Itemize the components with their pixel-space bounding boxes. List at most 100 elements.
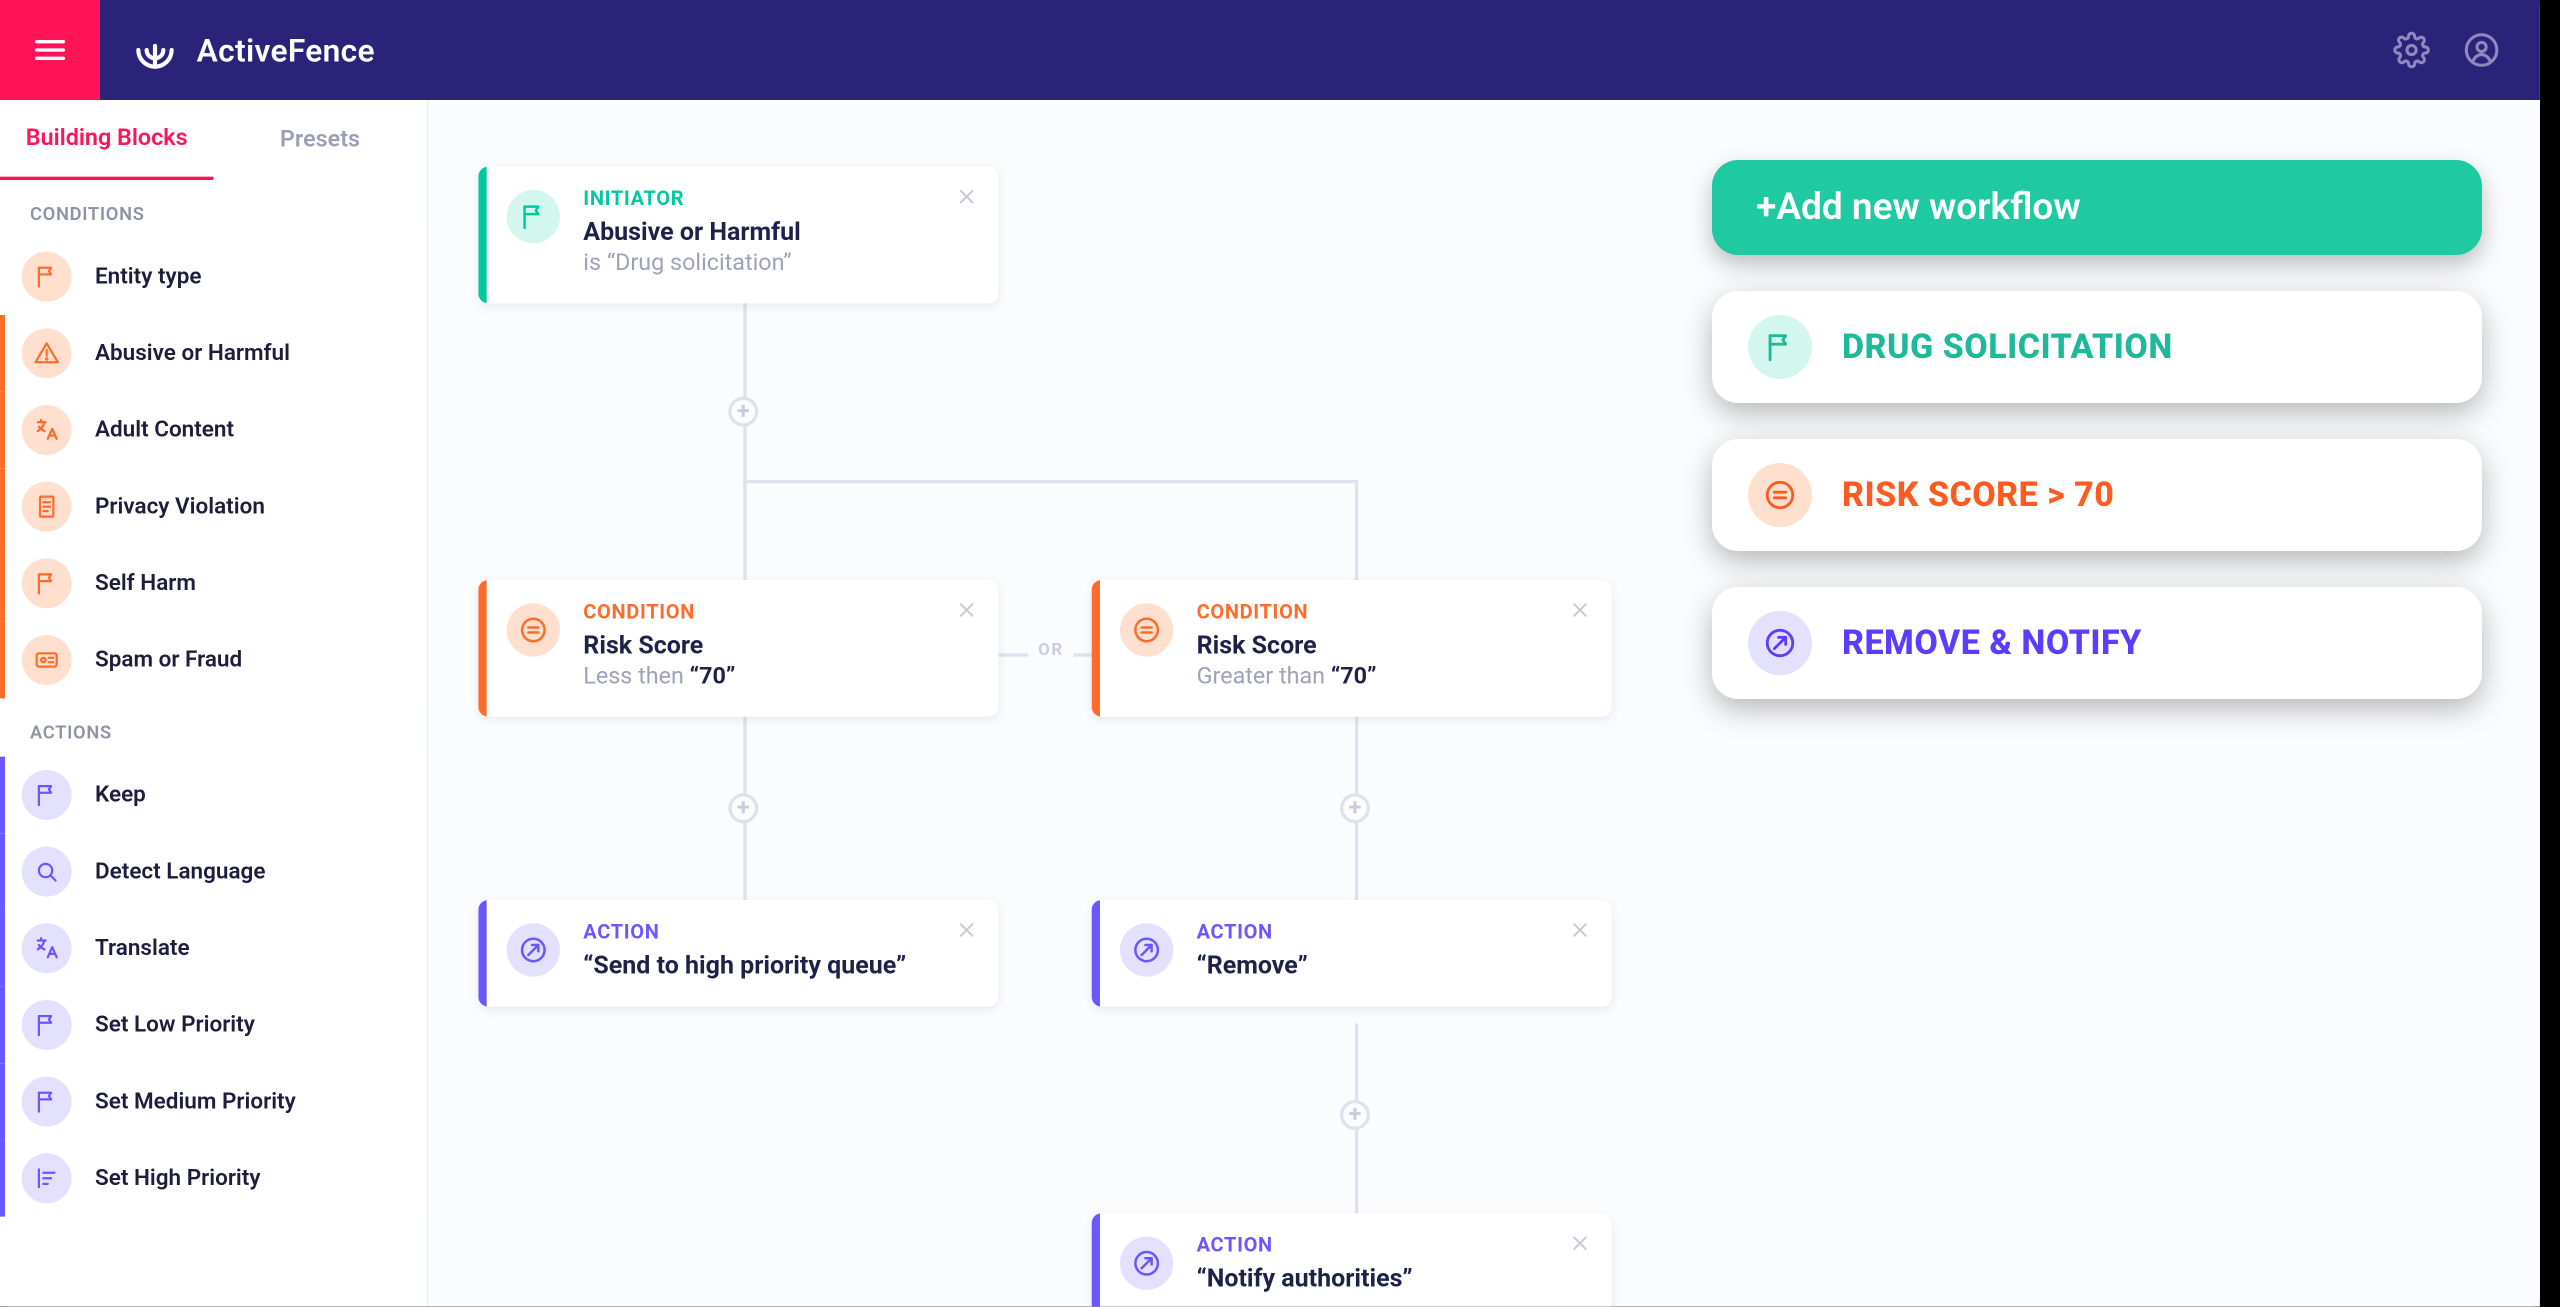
block-set-medium-priority[interactable]: Set Medium Priority	[0, 1063, 427, 1140]
summary-card-label: DRUG SOLICITATION	[1842, 327, 2173, 367]
node-title: Abusive or Harmful	[583, 217, 981, 247]
arrow-icon	[507, 923, 560, 976]
node-kind: ACTION	[1197, 1233, 1595, 1256]
summary-card-drug-solicitation[interactable]: DRUG SOLICITATION	[1712, 291, 2482, 403]
close-node-button[interactable]	[955, 597, 988, 630]
add-workflow-button[interactable]: +Add new workflow	[1712, 160, 2482, 255]
summary-card-remove-notify[interactable]: REMOVE & NOTIFY	[1712, 587, 2482, 699]
block-label: Translate	[95, 935, 190, 962]
close-node-button[interactable]	[1568, 1230, 1601, 1263]
block-spam-fraud[interactable]: Spam or Fraud	[0, 622, 427, 699]
summary-card-risk-score[interactable]: RISK SCORE > 70	[1712, 439, 2482, 551]
block-abusive-harmful[interactable]: Abusive or Harmful	[0, 315, 427, 392]
block-adult-content[interactable]: Adult Content	[0, 392, 427, 469]
warning-icon	[22, 328, 72, 378]
block-label: Entity type	[95, 263, 201, 290]
arrow-icon	[1748, 611, 1812, 675]
node-condition-risk-high[interactable]: CONDITION Risk Score Greater than “70”	[1092, 580, 1612, 717]
block-label: Abusive or Harmful	[95, 340, 290, 367]
node-kind: INITIATOR	[583, 187, 981, 210]
node-kind: ACTION	[583, 920, 981, 943]
gear-icon	[2393, 32, 2430, 69]
node-kind: CONDITION	[583, 600, 981, 623]
search-icon	[22, 847, 72, 897]
node-kind: CONDITION	[1197, 600, 1595, 623]
block-label: Detect Language	[95, 858, 265, 885]
equals-icon	[507, 603, 560, 656]
brand-name: ActiveFence	[197, 31, 375, 69]
flag-icon	[22, 252, 72, 302]
priority-icon	[22, 1153, 72, 1203]
translate-icon	[22, 405, 72, 455]
add-node-button[interactable]: +	[728, 397, 758, 427]
node-desc: is “Drug solicitation”	[583, 250, 981, 277]
add-node-button[interactable]: +	[728, 793, 758, 823]
close-node-button[interactable]	[955, 183, 988, 216]
menu-icon	[30, 30, 70, 70]
block-set-high-priority[interactable]: Set High Priority	[0, 1140, 427, 1217]
account-button[interactable]	[2447, 15, 2517, 85]
topbar: ActiveFence	[0, 0, 2540, 100]
block-self-harm[interactable]: Self Harm	[0, 545, 427, 622]
block-label: Set Low Priority	[95, 1012, 255, 1039]
tab-building-blocks[interactable]: Building Blocks	[0, 100, 213, 180]
menu-button[interactable]	[0, 0, 100, 100]
flag-icon	[22, 770, 72, 820]
node-title: Risk Score	[1197, 630, 1595, 660]
block-set-low-priority[interactable]: Set Low Priority	[0, 987, 427, 1064]
block-entity-type[interactable]: Entity type	[0, 238, 427, 315]
close-node-button[interactable]	[1568, 917, 1601, 950]
arrow-icon	[1120, 923, 1173, 976]
settings-button[interactable]	[2377, 15, 2447, 85]
node-condition-risk-low[interactable]: CONDITION Risk Score Less then “70”	[478, 580, 998, 717]
add-node-button[interactable]: +	[1340, 1100, 1370, 1130]
block-detect-language[interactable]: Detect Language	[0, 833, 427, 910]
user-icon	[2463, 32, 2500, 69]
translate-icon	[22, 923, 72, 973]
summary-card-label: RISK SCORE > 70	[1842, 475, 2114, 515]
flag-icon	[22, 1000, 72, 1050]
block-keep[interactable]: Keep	[0, 757, 427, 834]
node-title: Risk Score	[583, 630, 981, 660]
tab-presets[interactable]: Presets	[213, 100, 426, 180]
close-node-button[interactable]	[955, 917, 988, 950]
node-kind: ACTION	[1197, 920, 1595, 943]
arrow-icon	[1120, 1237, 1173, 1290]
flag-icon	[22, 1077, 72, 1127]
connector	[743, 480, 746, 580]
document-icon	[22, 482, 72, 532]
or-label: OR	[1028, 642, 1074, 660]
group-label-actions: ACTIONS	[0, 698, 427, 756]
flag-icon	[22, 558, 72, 608]
brand: ActiveFence	[130, 25, 375, 75]
brand-logo-icon	[130, 25, 180, 75]
summary-card-label: REMOVE & NOTIFY	[1842, 623, 2142, 663]
node-initiator[interactable]: INITIATOR Abusive or Harmful is “Drug so…	[478, 167, 998, 304]
node-text: “Notify authorities”	[1197, 1263, 1595, 1293]
block-translate[interactable]: Translate	[0, 910, 427, 987]
connector	[1355, 480, 1358, 580]
summary-panel: +Add new workflow DRUG SOLICITATION RISK…	[1712, 160, 2482, 699]
node-action-notify-authorities[interactable]: ACTION “Notify authorities”	[1092, 1213, 1612, 1306]
node-action-remove[interactable]: ACTION “Remove”	[1092, 900, 1612, 1007]
block-label: Keep	[95, 782, 146, 809]
group-label-conditions: CONDITIONS	[0, 180, 427, 238]
block-label: Privacy Violation	[95, 493, 265, 520]
add-node-button[interactable]: +	[1340, 793, 1370, 823]
connector	[743, 297, 746, 480]
block-label: Adult Content	[95, 417, 234, 444]
connector	[743, 480, 1356, 483]
block-label: Set Medium Priority	[95, 1088, 296, 1115]
block-privacy-violation[interactable]: Privacy Violation	[0, 468, 427, 545]
equals-icon	[1120, 603, 1173, 656]
sidebar: Building Blocks Presets CONDITIONS Entit…	[0, 100, 428, 1307]
node-action-high-priority-queue[interactable]: ACTION “Send to high priority queue”	[478, 900, 998, 1007]
node-desc: Less then “70”	[583, 663, 981, 690]
block-label: Set High Priority	[95, 1165, 261, 1192]
node-text: “Send to high priority queue”	[583, 950, 981, 980]
node-text: “Remove”	[1197, 950, 1595, 980]
close-node-button[interactable]	[1568, 597, 1601, 630]
node-desc: Greater than “70”	[1197, 663, 1595, 690]
equals-icon	[1748, 463, 1812, 527]
flag-icon	[1748, 315, 1812, 379]
